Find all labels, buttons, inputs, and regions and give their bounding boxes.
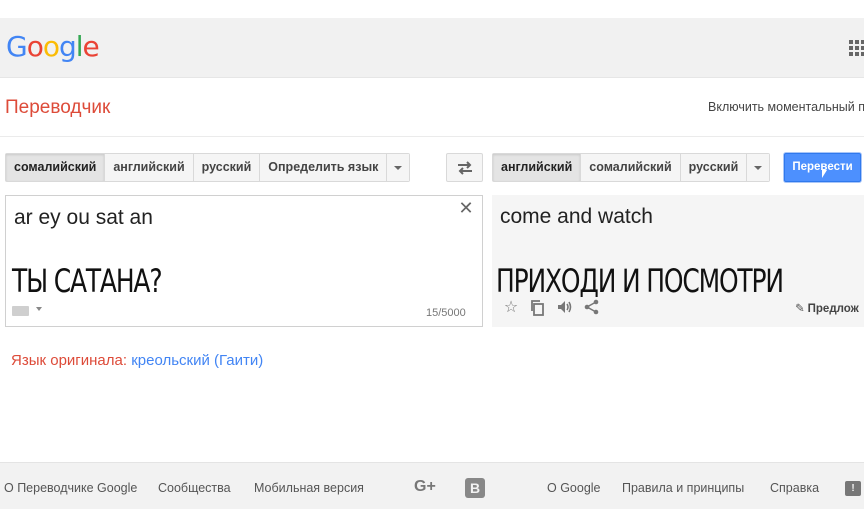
logo-letter: o — [42, 30, 60, 63]
translation-text: come and watch — [500, 205, 653, 228]
logo-letter: l — [75, 30, 84, 63]
subheader: Переводчик Включить моментальный п — [0, 79, 864, 137]
source-lang-detect[interactable]: Определить язык — [260, 154, 388, 181]
result-toolbar: ☆ — [502, 299, 601, 317]
swap-languages-button[interactable] — [446, 153, 483, 182]
logo-letter: G — [6, 30, 28, 63]
footer-link-help[interactable]: Справка — [770, 481, 819, 495]
target-language-bar: английский сомалийский русский — [492, 153, 771, 182]
caption-right: ПРИХОДИ И ПОСМОТРИ — [496, 262, 784, 300]
character-count: 15/5000 — [426, 307, 466, 319]
target-lang-english[interactable]: английский — [493, 154, 582, 181]
speaker-icon[interactable] — [556, 299, 574, 317]
google-logo[interactable]: Google — [6, 30, 100, 63]
footer-link-about-google[interactable]: О Google — [547, 481, 601, 495]
caption-left: ТЫ САТАНА? — [12, 262, 163, 300]
source-lang-russian[interactable]: русский — [193, 154, 261, 181]
header-bar: Google — [0, 18, 864, 78]
detected-language-label: Язык оригинала: — [11, 352, 132, 369]
footer-link-privacy-terms[interactable]: Правила и принципы — [622, 481, 744, 495]
footer-link-mobile[interactable]: Мобильная версия — [254, 481, 364, 495]
keyboard-dropdown-icon[interactable] — [36, 307, 42, 311]
detected-language: Язык оригинала: креольский (Гаити) — [11, 352, 263, 369]
apps-grid-icon[interactable] — [849, 40, 864, 56]
logo-letter: o — [26, 30, 44, 63]
target-lang-russian[interactable]: русский — [680, 154, 748, 181]
instant-translation-toggle[interactable]: Включить моментальный п — [708, 100, 864, 114]
detected-language-link[interactable]: креольский (Гаити) — [131, 352, 263, 369]
share-icon[interactable] — [583, 299, 601, 317]
source-language-bar: сомалийский английский русский Определит… — [5, 153, 411, 182]
footer: О Переводчике Google Сообщества Мобильна… — [0, 462, 864, 509]
copy-icon[interactable] — [529, 299, 547, 317]
star-icon[interactable]: ☆ — [502, 299, 520, 317]
keyboard-icon[interactable] — [12, 306, 29, 316]
logo-letter: g — [58, 30, 77, 63]
pencil-icon: ✎ — [795, 303, 805, 315]
footer-link-about-translate[interactable]: О Переводчике Google — [4, 481, 137, 495]
google-plus-icon[interactable]: G+ — [414, 478, 436, 496]
footer-link-community[interactable]: Сообщества — [158, 481, 231, 495]
clear-icon[interactable]: ✕ — [458, 199, 474, 217]
mouse-cursor-icon — [822, 170, 827, 178]
target-lang-somali[interactable]: сомалийский — [581, 154, 681, 181]
source-text-area[interactable]: ar ey ou sat an ✕ 15/5000 — [5, 195, 483, 327]
blogger-icon[interactable]: B — [465, 478, 485, 498]
source-text[interactable]: ar ey ou sat an — [14, 206, 153, 230]
source-lang-somali[interactable]: сомалийский — [6, 154, 106, 181]
source-lang-english[interactable]: английский — [105, 154, 194, 181]
suggest-edit-button[interactable]: ✎ Предлож — [795, 301, 859, 315]
top-margin — [0, 0, 864, 18]
feedback-icon[interactable]: ! — [845, 481, 861, 496]
target-lang-dropdown-icon[interactable] — [747, 154, 770, 181]
source-lang-dropdown-icon[interactable] — [387, 154, 410, 181]
page-title: Переводчик — [5, 97, 111, 118]
translation-result-area: come and watch ☆ ✎ Предлож — [492, 195, 864, 327]
logo-letter: e — [82, 30, 100, 63]
suggest-edit-label: Предлож — [807, 303, 859, 315]
swap-arrows-icon — [457, 160, 472, 175]
